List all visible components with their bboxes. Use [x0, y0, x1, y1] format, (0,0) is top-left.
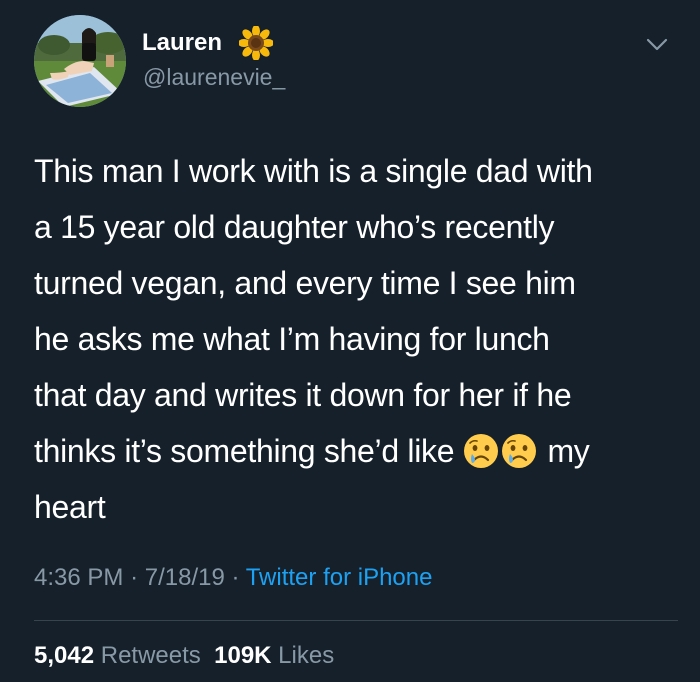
avatar[interactable]: [34, 15, 126, 107]
profile-photo-image: [34, 15, 126, 107]
tweet-text-line: that day and writes it down for her if h…: [34, 377, 572, 413]
tweet-time[interactable]: 4:36 PM: [34, 564, 123, 591]
crying-face-icon: [501, 434, 536, 468]
sunflower-icon: [239, 26, 273, 60]
tweet-text-line: thinks it’s something she’d like: [34, 433, 455, 469]
tweet-text-line: heart: [34, 489, 106, 525]
tweet-source-link[interactable]: Twitter for iPhone: [246, 564, 433, 591]
tweet-text-line: turned vegan, and every time I see him: [34, 265, 576, 301]
crying-face-icon: [463, 434, 498, 468]
retweets-stat[interactable]: 5,042 Retweets: [34, 642, 201, 669]
tweet-text-line: he asks me what I’m having for lunch: [34, 321, 550, 357]
tweet-text-fragment: my: [547, 433, 590, 469]
chevron-down-icon[interactable]: [646, 38, 668, 52]
divider: [34, 620, 678, 621]
tweet-text: This man I work with is a single dad wit…: [34, 143, 674, 535]
tweet-card: Lauren @laurenevie_ This man I work with…: [0, 0, 700, 682]
retweets-label: Retweets: [100, 642, 201, 669]
likes-label: Likes: [278, 642, 335, 669]
user-handle[interactable]: @laurenevie_: [143, 63, 285, 91]
display-name[interactable]: Lauren: [142, 29, 222, 57]
tweet-date[interactable]: 7/18/19: [145, 564, 225, 591]
tweet-meta: 4:36 PM · 7/18/19 · Twitter for iPhone: [34, 563, 432, 593]
tweet-text-line-with-emoji: thinks it’s something she’d like my: [34, 423, 674, 479]
tweet-stats: 5,042 Retweets 109K Likes: [34, 641, 334, 671]
likes-count: 109K: [214, 642, 272, 669]
retweets-count: 5,042: [34, 642, 95, 669]
tweet-text-line: This man I work with is a single dad wit…: [34, 153, 593, 189]
tweet-text-line: a 15 year old daughter who’s recently: [34, 209, 555, 245]
meta-separator: ·: [130, 564, 139, 591]
likes-stat[interactable]: 109K Likes: [214, 642, 334, 669]
meta-separator: ·: [231, 564, 240, 591]
